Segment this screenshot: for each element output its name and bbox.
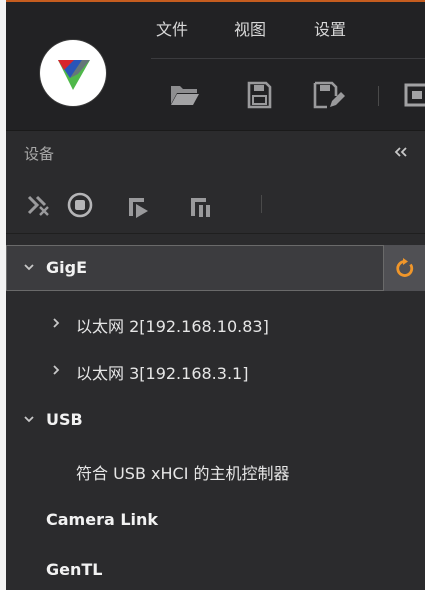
menu-separator (151, 58, 425, 59)
panel-title: 设备 (24, 145, 55, 163)
tree-label-usb: USB (46, 410, 83, 429)
tree-label-ethernet-2: 以太网 2[192.168.10.83] (76, 317, 269, 336)
tree-item-camera-link[interactable]: Camera Link (6, 497, 425, 543)
chevron-right-icon[interactable] (53, 318, 61, 328)
collapse-panel-icon[interactable] (394, 147, 408, 157)
tree-item-usb-controller[interactable]: 符合 USB xHCI 的主机控制器 (6, 447, 425, 493)
tree-item-gentl[interactable]: GenTL (6, 547, 425, 590)
tree-label-usb-controller: 符合 USB xHCI 的主机控制器 (76, 464, 290, 483)
logo-icon (58, 60, 90, 90)
refresh-icon (396, 258, 414, 277)
window-icon[interactable] (404, 82, 425, 108)
tree-label-ethernet-3: 以太网 3[192.168.3.1] (76, 364, 249, 383)
tree-label-gige: GigE (46, 258, 87, 277)
tree-item-usb[interactable]: USB (6, 397, 425, 443)
chevron-down-icon[interactable] (24, 264, 34, 272)
tree-item-ethernet-3[interactable]: 以太网 3[192.168.3.1] (6, 347, 425, 393)
toolbar-divider (378, 86, 379, 106)
chevron-right-icon[interactable] (53, 365, 61, 375)
refresh-button[interactable] (384, 245, 425, 291)
start-grab-icon[interactable] (124, 192, 154, 220)
tree-label-gentl: GenTL (46, 560, 103, 579)
stop-grab-icon[interactable] (186, 192, 216, 220)
disconnect-icon[interactable] (26, 193, 52, 217)
save-as-icon[interactable] (312, 81, 346, 109)
device-tree: GigE 以太网 2[192.168.10.83] 以太网 3[192.168.… (6, 234, 425, 590)
tree-item-ethernet-2[interactable]: 以太网 2[192.168.10.83] (6, 300, 425, 346)
menu-view[interactable]: 视图 (234, 16, 266, 40)
save-icon[interactable] (246, 81, 272, 109)
tree-item-gige[interactable]: GigE (6, 245, 425, 291)
open-folder-icon[interactable] (169, 82, 201, 108)
chevron-down-icon[interactable] (24, 416, 34, 424)
title-bar: 文件 视图 设置 (6, 2, 425, 130)
stop-icon[interactable] (66, 191, 94, 219)
menu-file[interactable]: 文件 (156, 16, 188, 40)
device-toolbar-divider (261, 195, 262, 213)
tree-label-camera-link: Camera Link (46, 510, 159, 529)
app-logo (40, 40, 106, 106)
app-window: 文件 视图 设置 设备 GigE 以太网 2[192.168.10.83] 以太… (6, 0, 425, 590)
device-panel-header: 设备 (6, 130, 425, 175)
menu-settings[interactable]: 设置 (314, 16, 346, 40)
device-toolbar (6, 175, 425, 234)
